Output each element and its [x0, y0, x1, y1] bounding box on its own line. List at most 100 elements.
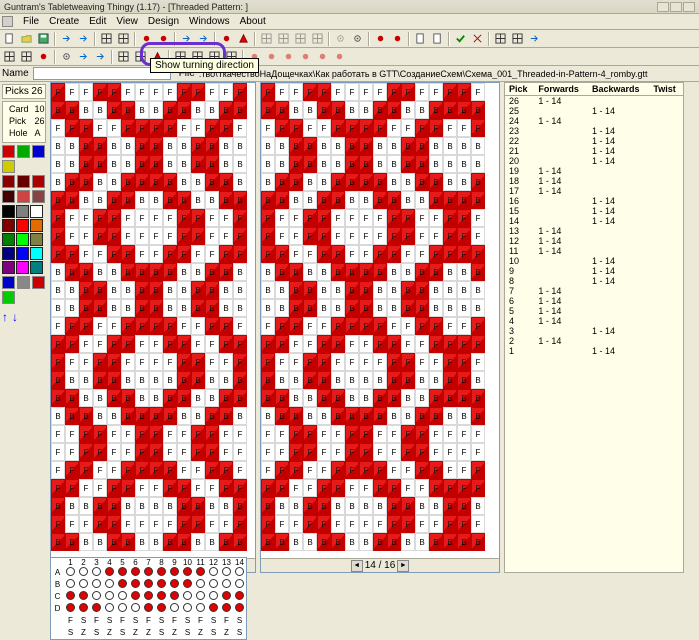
- draft-cell[interactable]: B: [289, 407, 303, 425]
- draft-cell[interactable]: B: [79, 173, 93, 191]
- draft-cell[interactable]: F: [429, 461, 443, 479]
- draft-row[interactable]: FFFFFFFFFFFFFF: [51, 317, 255, 335]
- draft-cell[interactable]: B: [415, 155, 429, 173]
- threading-dot[interactable]: [183, 603, 192, 612]
- draft-cell[interactable]: B: [471, 155, 485, 173]
- side-tool-0-3-icon[interactable]: [2, 160, 15, 173]
- t2-d-icon[interactable]: [59, 49, 74, 64]
- scroll-left-icon[interactable]: ◄: [351, 560, 363, 572]
- draft-cell[interactable]: B: [219, 137, 233, 155]
- draft-cell[interactable]: F: [429, 245, 443, 263]
- draft-cell[interactable]: B: [415, 173, 429, 191]
- draft-cell[interactable]: B: [121, 407, 135, 425]
- draft-cell[interactable]: B: [415, 191, 429, 209]
- draft-cell[interactable]: B: [317, 281, 331, 299]
- draft-cell[interactable]: B: [205, 299, 219, 317]
- draft-cell[interactable]: F: [373, 119, 387, 137]
- draft-cell[interactable]: B: [373, 389, 387, 407]
- draft-cell[interactable]: B: [345, 281, 359, 299]
- draft-cell[interactable]: B: [275, 281, 289, 299]
- draft-cell[interactable]: F: [443, 353, 457, 371]
- draft-cell[interactable]: B: [163, 191, 177, 209]
- t2-q-icon[interactable]: [298, 49, 313, 64]
- draft-cell[interactable]: B: [107, 407, 121, 425]
- draft-cell[interactable]: B: [79, 263, 93, 281]
- threading-dot[interactable]: [170, 591, 179, 600]
- draft-cell[interactable]: F: [415, 515, 429, 533]
- draft-cell[interactable]: B: [261, 263, 275, 281]
- draft-cell[interactable]: B: [219, 263, 233, 281]
- draft-cell[interactable]: F: [275, 83, 289, 101]
- palette-swatch-5[interactable]: [30, 219, 43, 232]
- draft-cell[interactable]: F: [345, 209, 359, 227]
- draft-cell[interactable]: F: [163, 461, 177, 479]
- draft-cell[interactable]: F: [359, 425, 373, 443]
- t2-p-icon[interactable]: [281, 49, 296, 64]
- draft-cell[interactable]: F: [331, 353, 345, 371]
- draft-cell[interactable]: F: [93, 515, 107, 533]
- threading-dot[interactable]: [79, 591, 88, 600]
- threading-dot[interactable]: [118, 603, 127, 612]
- draft-cell[interactable]: F: [331, 227, 345, 245]
- draft-cell[interactable]: B: [233, 173, 247, 191]
- draft-cell[interactable]: F: [65, 83, 79, 101]
- draft-cell[interactable]: F: [443, 335, 457, 353]
- threading-dot[interactable]: [131, 603, 140, 612]
- draft-cell[interactable]: B: [163, 533, 177, 551]
- draft-cell[interactable]: B: [429, 497, 443, 515]
- draft-cell[interactable]: B: [429, 533, 443, 551]
- draft-cell[interactable]: F: [345, 317, 359, 335]
- draft-cell[interactable]: B: [261, 299, 275, 317]
- draft-cell[interactable]: F: [303, 335, 317, 353]
- draft-cell[interactable]: F: [303, 515, 317, 533]
- draft-cell[interactable]: B: [93, 389, 107, 407]
- draft-cell[interactable]: F: [289, 335, 303, 353]
- draft-cell[interactable]: B: [415, 299, 429, 317]
- draft-cell[interactable]: F: [79, 443, 93, 461]
- draft-cell[interactable]: F: [261, 227, 275, 245]
- draft-cell[interactable]: B: [289, 263, 303, 281]
- draft-cell[interactable]: F: [415, 83, 429, 101]
- draft-cell[interactable]: F: [303, 83, 317, 101]
- draft-cell[interactable]: B: [121, 389, 135, 407]
- draft-cell[interactable]: B: [135, 173, 149, 191]
- grid2-icon[interactable]: [116, 31, 131, 46]
- draft-cell[interactable]: B: [457, 299, 471, 317]
- new-icon[interactable]: [2, 31, 17, 46]
- draft-cell[interactable]: F: [415, 335, 429, 353]
- open-icon[interactable]: [19, 31, 34, 46]
- palette-swatch-6[interactable]: [2, 233, 15, 246]
- draft-cell[interactable]: B: [429, 281, 443, 299]
- draft-cell[interactable]: B: [429, 173, 443, 191]
- draft-cell[interactable]: B: [149, 155, 163, 173]
- draft-cell[interactable]: F: [331, 425, 345, 443]
- draft-cell[interactable]: B: [51, 263, 65, 281]
- draft-cell[interactable]: B: [471, 191, 485, 209]
- draft-cell[interactable]: B: [457, 101, 471, 119]
- draft-cell[interactable]: F: [191, 209, 205, 227]
- draft-cell[interactable]: B: [359, 299, 373, 317]
- draft-cell[interactable]: B: [275, 137, 289, 155]
- draft-cell[interactable]: B: [303, 101, 317, 119]
- threading-dot[interactable]: [196, 591, 205, 600]
- draft-cell[interactable]: F: [373, 515, 387, 533]
- draft-row[interactable]: FFFFFFFFFFFFFF: [51, 335, 255, 353]
- draft-cell[interactable]: F: [65, 209, 79, 227]
- draft-cell[interactable]: F: [261, 515, 275, 533]
- draft-cell[interactable]: F: [303, 479, 317, 497]
- draft-cell[interactable]: F: [205, 443, 219, 461]
- draft-cell[interactable]: F: [233, 335, 247, 353]
- draft-cell[interactable]: F: [93, 317, 107, 335]
- draft-cell[interactable]: F: [275, 335, 289, 353]
- draft-cell[interactable]: B: [121, 155, 135, 173]
- draft-cell[interactable]: F: [219, 83, 233, 101]
- draft-cell[interactable]: F: [51, 227, 65, 245]
- draft-cell[interactable]: B: [373, 281, 387, 299]
- threading-dot[interactable]: [92, 567, 101, 576]
- draft-cell[interactable]: F: [65, 317, 79, 335]
- draft-cell[interactable]: F: [387, 515, 401, 533]
- draft-cell[interactable]: B: [121, 497, 135, 515]
- threading-dot[interactable]: [235, 579, 244, 588]
- draft-cell[interactable]: F: [317, 227, 331, 245]
- threading-dot[interactable]: [235, 591, 244, 600]
